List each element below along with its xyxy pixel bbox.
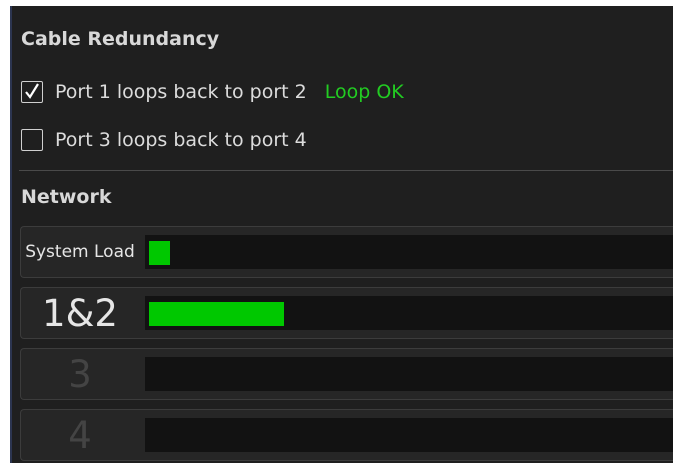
checkmark-icon — [25, 83, 39, 99]
network-row-port-3: 3 — [20, 348, 673, 400]
load-bar-track — [145, 235, 673, 269]
network-row-label: System Load — [25, 241, 135, 262]
network-row-label: 1&2 — [42, 291, 118, 335]
loop-status-text: Loop OK — [324, 81, 404, 103]
network-row-label: 3 — [68, 352, 92, 396]
port-1-2-loopback-label: Port 1 loops back to port 2 — [55, 81, 307, 103]
load-bar-track — [145, 296, 673, 330]
network-title: Network — [21, 186, 112, 208]
port-1-2-loopback-row[interactable]: Port 1 loops back to port 2 Loop OK — [21, 79, 404, 105]
port-3-4-loopback-row[interactable]: Port 3 loops back to port 4 — [21, 127, 307, 153]
cable-redundancy-title: Cable Redundancy — [21, 28, 220, 50]
cable-network-panel: Cable Redundancy Port 1 loops back to po… — [10, 6, 673, 463]
network-row-ports-1-2: 1&2 — [20, 287, 673, 339]
load-bar-track — [145, 418, 673, 452]
section-divider — [19, 170, 673, 171]
network-row-port-4: 4 — [20, 409, 673, 461]
load-bar-fill — [149, 241, 170, 265]
port-3-4-loopback-checkbox[interactable] — [21, 129, 43, 151]
network-row-system-load: System Load — [20, 226, 673, 278]
load-bar-track — [145, 357, 673, 391]
port-1-2-loopback-checkbox[interactable] — [21, 81, 43, 103]
port-3-4-loopback-label: Port 3 loops back to port 4 — [55, 129, 307, 151]
network-row-label: 4 — [68, 413, 92, 457]
load-bar-fill — [149, 302, 284, 326]
